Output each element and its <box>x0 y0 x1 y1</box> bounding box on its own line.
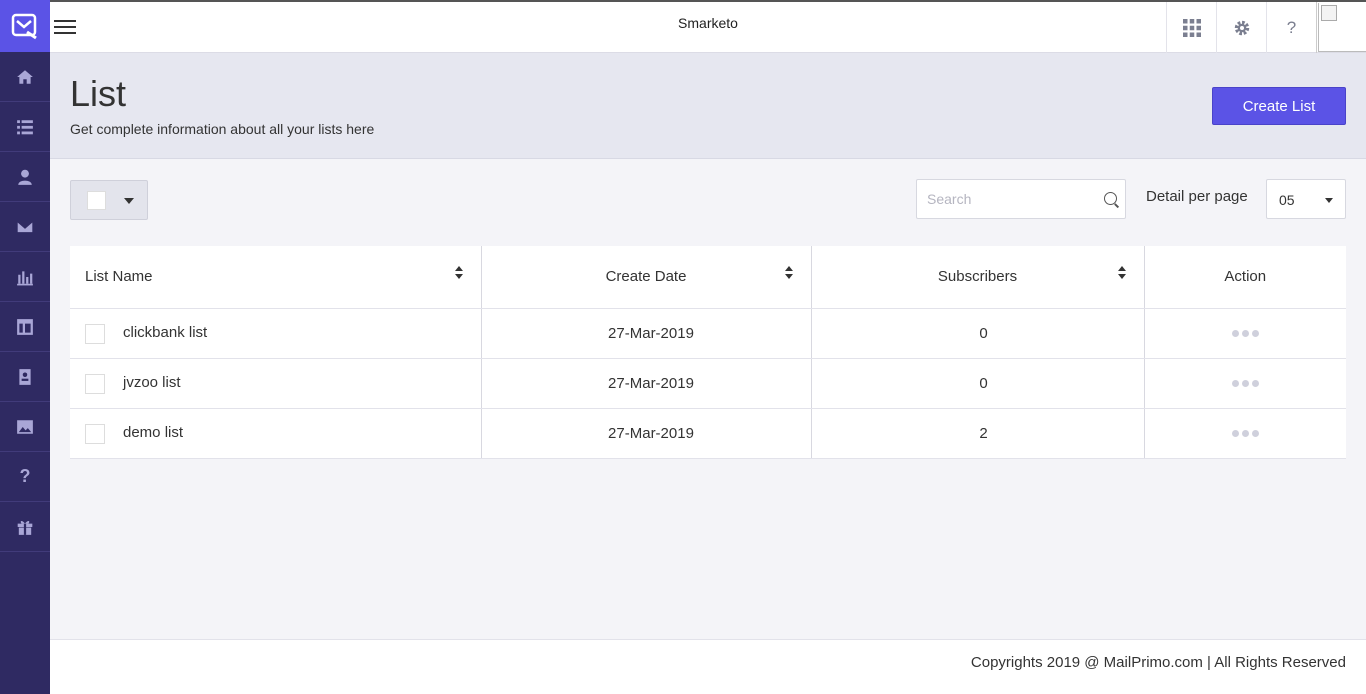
top-icons: ? <box>1166 2 1366 53</box>
sidebar-item-lists[interactable] <box>0 102 50 152</box>
create-date-cell: 27-Mar-2019 <box>481 308 812 359</box>
table-row: demo list 27-Mar-2019 2 <box>70 408 1347 459</box>
table-header-row: List Name Create Date Subscribers Action <box>70 246 1346 309</box>
page-header: List Get complete information about all … <box>50 53 1366 159</box>
column-header-list-name[interactable]: List Name <box>70 246 482 309</box>
create-date-cell: 27-Mar-2019 <box>481 358 812 409</box>
create-date-cell: 27-Mar-2019 <box>481 408 812 459</box>
chevron-down-icon[interactable] <box>124 198 134 204</box>
bar-chart-icon <box>17 270 33 285</box>
chevron-down-icon <box>1325 198 1333 203</box>
gear-icon <box>1234 20 1249 35</box>
per-page-value: 05 <box>1279 192 1295 208</box>
column-label: List Name <box>85 268 153 286</box>
layout-icon <box>17 318 33 335</box>
list-name-link[interactable]: clickbank list <box>123 324 207 341</box>
sort-icon[interactable] <box>1117 266 1126 280</box>
lists-table: List Name Create Date Subscribers Action… <box>70 246 1346 459</box>
settings-button[interactable] <box>1216 2 1266 53</box>
help-button[interactable]: ? <box>1266 2 1316 53</box>
row-checkbox[interactable] <box>85 323 105 344</box>
action-cell <box>1144 358 1347 409</box>
list-name-cell: jvzoo list <box>70 358 482 409</box>
action-cell <box>1144 308 1347 359</box>
bulk-select-dropdown[interactable] <box>70 180 148 220</box>
user-avatar[interactable] <box>1316 2 1366 53</box>
help-icon: ? <box>19 466 31 486</box>
per-page-select[interactable]: 05 <box>1266 179 1346 219</box>
more-actions-icon[interactable] <box>1145 379 1347 387</box>
image-icon <box>17 419 33 434</box>
page-subtitle: Get complete information about all your … <box>70 121 375 137</box>
create-list-button[interactable]: Create List <box>1212 87 1346 125</box>
column-header-create-date[interactable]: Create Date <box>481 246 812 309</box>
search-input[interactable] <box>917 180 1097 218</box>
table-row: jvzoo list 27-Mar-2019 0 <box>70 358 1347 409</box>
page-title: List <box>70 73 127 114</box>
column-label: Subscribers <box>937 268 1018 286</box>
mail-icon <box>16 220 34 233</box>
row-checkbox[interactable] <box>85 373 105 394</box>
sidebar-item-subscribers[interactable] <box>0 152 50 202</box>
search-box <box>916 179 1126 219</box>
sidebar-item-gifts[interactable] <box>0 502 50 552</box>
home-icon <box>17 69 33 84</box>
action-cell <box>1144 408 1347 459</box>
more-actions-icon[interactable] <box>1145 329 1347 337</box>
search-icon[interactable] <box>1104 192 1117 205</box>
more-actions-icon[interactable] <box>1145 429 1347 437</box>
grid-icon <box>1182 18 1201 37</box>
sidebar-item-help[interactable]: ? <box>0 452 50 502</box>
sort-icon[interactable] <box>784 266 793 280</box>
table-row: clickbank list 27-Mar-2019 0 <box>70 308 1347 359</box>
question-icon: ? <box>1286 17 1297 37</box>
footer: Copyrights 2019 @ MailPrimo.com | All Ri… <box>50 639 1366 694</box>
subscribers-cell: 2 <box>811 408 1145 459</box>
copyright-text: Copyrights 2019 @ MailPrimo.com | All Ri… <box>970 654 1346 671</box>
user-icon <box>18 169 32 185</box>
avatar-image <box>1317 3 1366 52</box>
select-all-checkbox[interactable] <box>87 191 106 210</box>
list-name-cell: clickbank list <box>70 308 482 359</box>
column-label: Action <box>1224 268 1267 286</box>
column-header-action: Action <box>1144 246 1346 309</box>
subscribers-cell: 0 <box>811 358 1145 409</box>
contact-book-icon <box>19 368 31 385</box>
apps-grid-button[interactable] <box>1166 2 1216 53</box>
list-name-link[interactable]: jvzoo list <box>123 374 181 391</box>
list-name-cell: demo list <box>70 408 482 459</box>
list-icon <box>17 119 33 134</box>
sidebar-item-home[interactable] <box>0 52 50 102</box>
sidebar-item-templates[interactable] <box>0 302 50 352</box>
mail-logo-icon <box>11 13 37 40</box>
sidebar-item-reports[interactable] <box>0 252 50 302</box>
sidebar: ? <box>0 0 50 694</box>
subscribers-cell: 0 <box>811 308 1145 359</box>
column-header-subscribers[interactable]: Subscribers <box>811 246 1145 309</box>
sidebar-item-contacts[interactable] <box>0 352 50 402</box>
gift-icon <box>17 520 33 535</box>
app-logo[interactable] <box>0 0 50 52</box>
per-page-label: Detail per page <box>1146 188 1248 205</box>
sidebar-item-media[interactable] <box>0 402 50 452</box>
sort-icon[interactable] <box>454 266 463 280</box>
sidebar-item-campaigns[interactable] <box>0 202 50 252</box>
list-name-link[interactable]: demo list <box>123 424 183 441</box>
column-label: Create Date <box>605 268 687 286</box>
row-checkbox[interactable] <box>85 423 105 444</box>
top-bar: Smarketo ? <box>50 0 1366 53</box>
